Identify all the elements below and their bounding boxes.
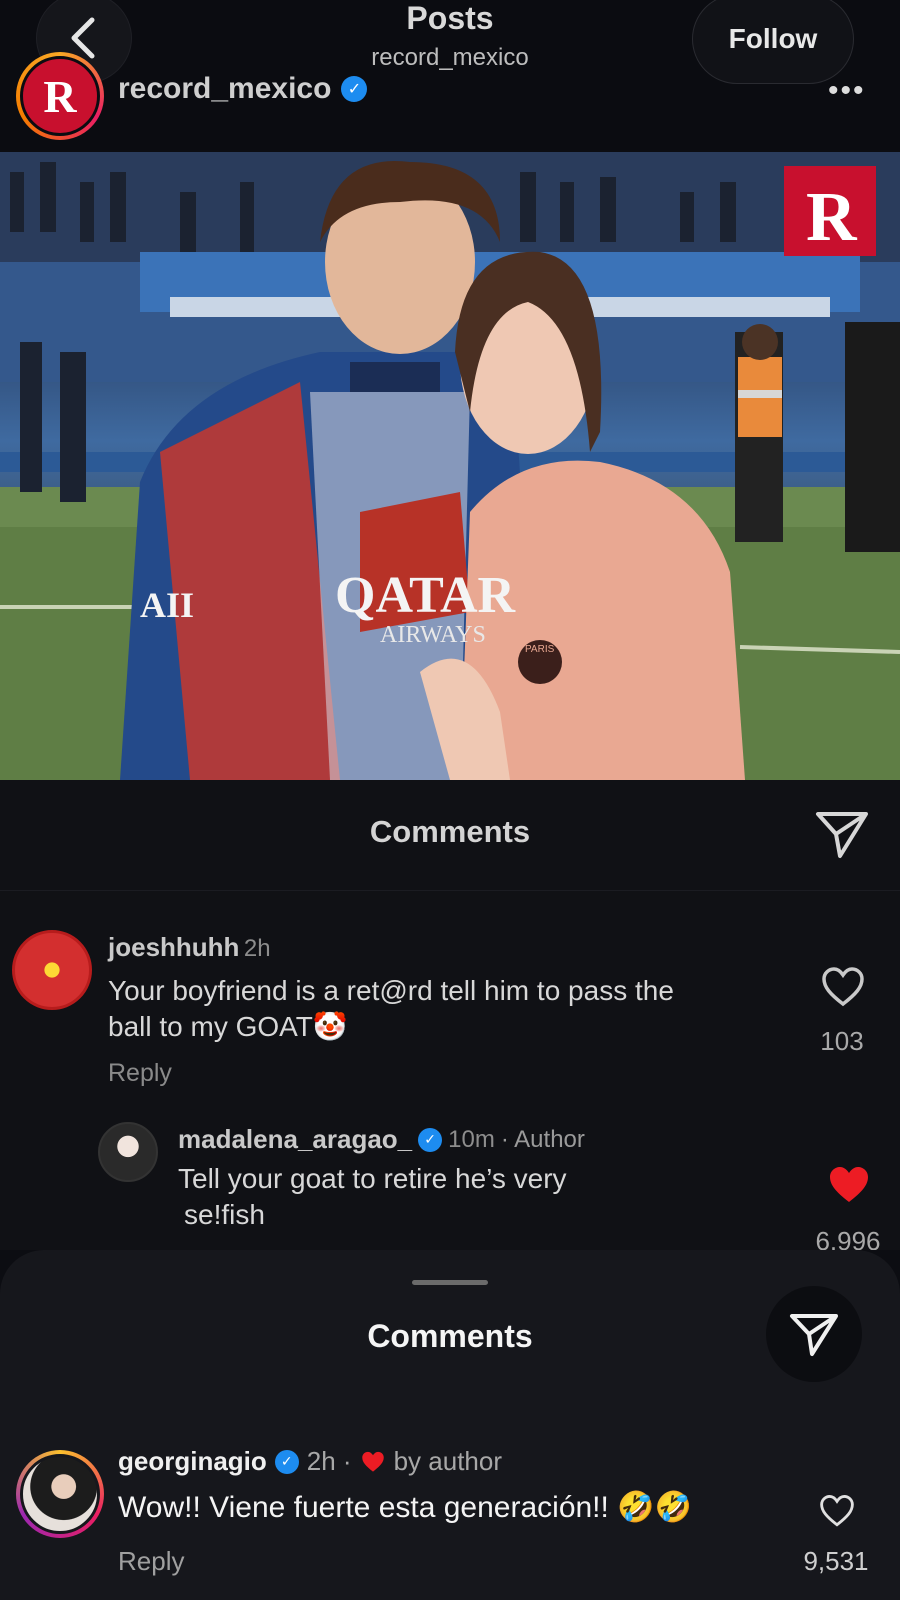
photo-illustration: QATAR AIRWAYS AII PARIS R <box>0 152 900 780</box>
divider <box>0 890 900 891</box>
send-icon[interactable] <box>812 806 872 862</box>
more-options-button[interactable]: ••• <box>828 74 866 108</box>
heart-icon[interactable] <box>820 966 866 1008</box>
verified-icon: ✓ <box>418 1127 443 1152</box>
like-count: 6.996 <box>815 1226 881 1250</box>
comment-time: 2h · <box>306 1446 352 1476</box>
comment-text-line-2: ball to my GOAT <box>108 1011 313 1042</box>
verified-icon: ✓ <box>341 76 368 102</box>
avatar-photo <box>20 1454 100 1534</box>
sleeve-text: AII <box>140 585 194 625</box>
madalena-avatar[interactable] <box>98 1122 158 1182</box>
verified-icon: ✓ <box>274 1449 299 1474</box>
reply-button[interactable]: Reply <box>118 1546 184 1577</box>
like-count: 103 <box>820 1026 864 1056</box>
georginagio-avatar[interactable] <box>16 1450 104 1538</box>
reply-madalena: madalena_aragao_ ✓ 10m · Author Tell you… <box>178 1124 585 1233</box>
liked-by-author-label: by author <box>393 1446 502 1476</box>
reply-time: 10m <box>448 1125 495 1153</box>
record-logo-avatar: R <box>20 56 100 136</box>
comment-joeshhuhh: joeshhuhh 2h Your boyfriend is a ret@rd … <box>108 932 674 1088</box>
comments-sheet: Comments georginagio ✓ 2h · by author Wo… <box>0 1250 900 1600</box>
top-header: Posts record_mexico Follow R record_mexi… <box>0 0 900 150</box>
comment-text-line-1: Your boyfriend is a ret@rd tell him to p… <box>108 975 674 1006</box>
post-author-avatar[interactable]: R <box>16 52 104 140</box>
comment-text: Wow!! Viene fuerte esta generación!! 🤣🤣 <box>118 1490 692 1525</box>
joeshhuhh-avatar[interactable] <box>12 930 92 1010</box>
comment-time: 2h <box>243 935 271 962</box>
clown-emoji: 🤡 <box>312 1011 348 1042</box>
post-author[interactable]: record_mexico ✓ <box>118 72 368 106</box>
reply-username[interactable]: madalena_aragao_ <box>178 1124 412 1155</box>
reply-text-line-1: Tell your goat to retire he’s very <box>178 1163 567 1194</box>
jersey-sponsor-text-2: AIRWAYS <box>380 622 486 648</box>
sheet-grabber[interactable] <box>412 1280 488 1285</box>
send-icon <box>790 1314 838 1356</box>
sheet-title: Comments <box>367 1318 533 1354</box>
jersey-sponsor-text: QATAR <box>335 567 517 624</box>
comment-username[interactable]: georginagio <box>118 1446 267 1477</box>
follow-button[interactable]: Follow <box>692 0 854 84</box>
record-logo-text: R <box>806 179 858 256</box>
heart-filled-icon <box>361 1451 384 1472</box>
laughing-emoji: 🤣🤣 <box>617 1491 692 1524</box>
comment-header: georginagio ✓ 2h · by author <box>118 1446 502 1477</box>
heart-filled-icon[interactable] <box>826 1164 872 1206</box>
heart-icon[interactable] <box>818 1494 856 1528</box>
badge-text: PARIS <box>525 644 555 655</box>
share-button[interactable] <box>766 1286 862 1382</box>
post-photo[interactable]: QATAR AIRWAYS AII PARIS R <box>0 152 900 780</box>
reply-button[interactable]: Reply <box>108 1059 674 1088</box>
comment-text-body: Wow!! Viene fuerte esta generación!! <box>118 1491 609 1524</box>
comments-title: Comments <box>369 814 531 849</box>
post-username: record_mexico <box>118 72 332 105</box>
like-count: 9,531 <box>803 1546 869 1576</box>
comment-username[interactable]: joeshhuhh <box>108 932 239 962</box>
author-tag: · Author <box>500 1125 585 1153</box>
reply-text-line-2: se!fish <box>184 1199 265 1230</box>
